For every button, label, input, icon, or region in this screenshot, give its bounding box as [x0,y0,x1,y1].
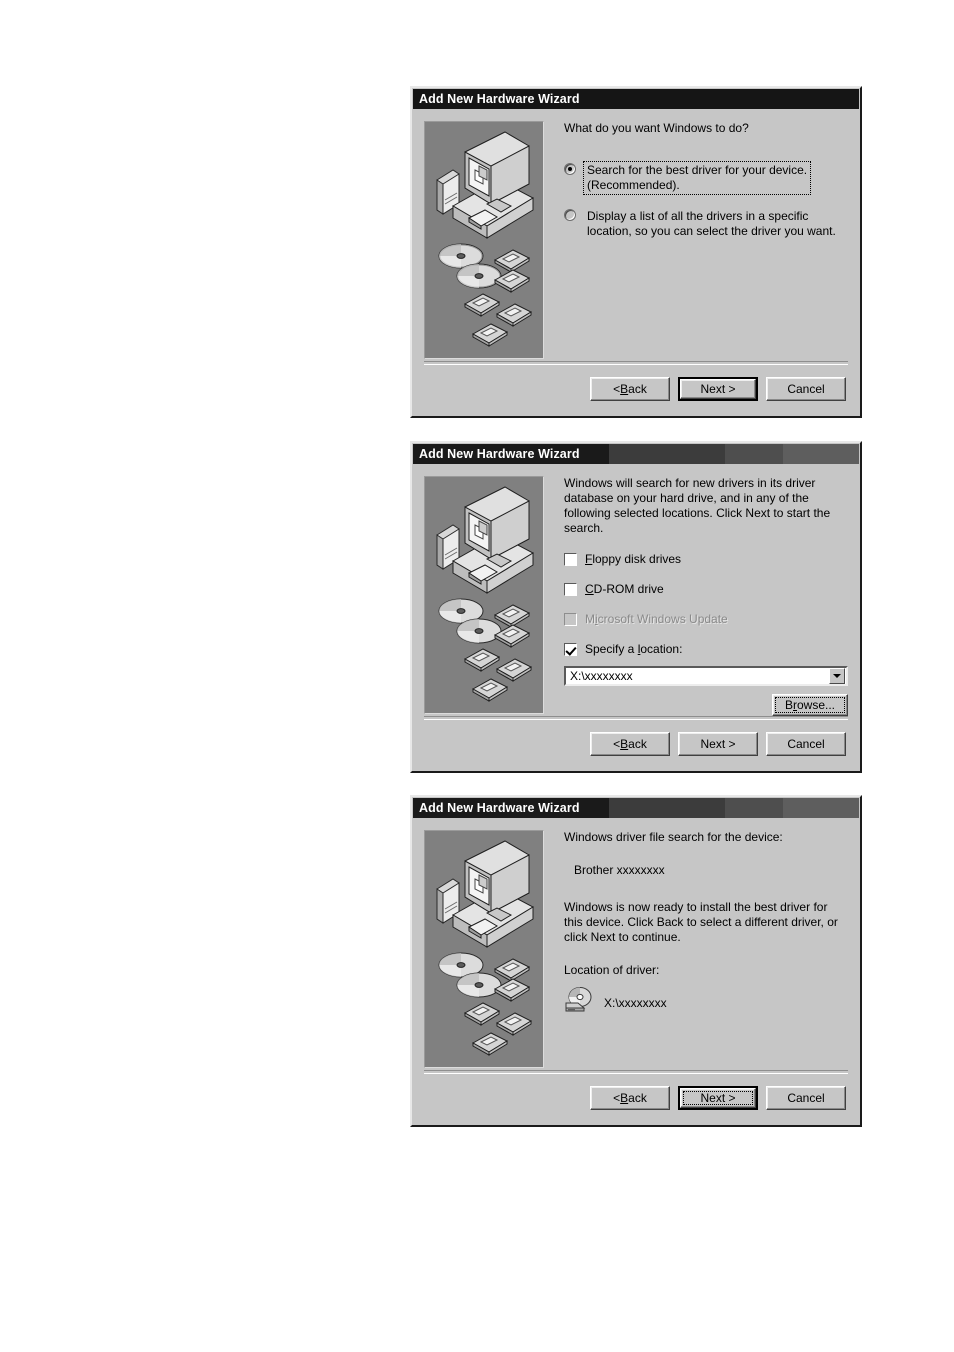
location-combobox-value: X:\xxxxxxxx [570,669,633,683]
cancel-button[interactable]: Cancel [766,377,846,401]
next-button[interactable]: Next > [680,1088,756,1108]
checkbox-specify-a-location[interactable]: Specify a location: [564,642,848,656]
dialog-body: Windows driver file search for the devic… [412,818,860,1124]
next-button-default-frame: Next > [678,1086,758,1110]
window-title: Add New Hardware Wizard [419,92,580,106]
checkbox-icon-disabled [564,612,577,626]
dialog-content: Windows will search for new drivers in i… [564,476,848,716]
separator [424,1070,848,1074]
radio-label: Search for the best driver for your devi… [582,161,812,195]
checkbox-icon-checked[interactable] [564,642,577,656]
location-of-driver-label: Location of driver: [564,963,660,977]
radio-option-display-driver-list[interactable]: Display a list of all the drivers in a s… [564,208,848,240]
radio-icon-unselected[interactable] [564,209,576,221]
radio-label-line-1: Search for the best driver for your devi… [587,163,808,177]
back-button[interactable]: < Back [590,377,670,401]
radio-label-line-1: Display a list of all the drivers in a s… [587,209,809,223]
checkbox-cd-rom-drive[interactable]: CD-ROM drive [564,582,848,596]
window-title: Add New Hardware Wizard [419,801,580,815]
title-bar: Add New Hardware Wizard [413,444,859,464]
wizard-prompt: What do you want Windows to do? [564,121,749,135]
accel-key: B [620,382,629,396]
dialog-content: What do you want Windows to do? Search f… [564,121,848,240]
button-bar: < Back Next > Cancel [590,732,846,756]
checkbox-label: Floppy disk drives [585,552,682,566]
checkbox-icon-unchecked[interactable] [564,552,577,566]
checkbox-label: Specify a location: [585,642,683,656]
radio-label: Display a list of all the drivers in a s… [584,208,839,240]
add-new-hardware-wizard-dialog-2: Add New Hardware Wizard Windows will sea… [410,441,862,773]
separator [424,716,848,720]
driver-search-heading: Windows driver file search for the devic… [564,830,783,844]
back-button[interactable]: < Back [590,1086,670,1110]
dialog-body: What do you want Windows to do? Search f… [412,109,860,415]
checkbox-label: CD-ROM drive [585,582,664,596]
button-bar: < Back Next > Cancel [590,377,846,401]
radio-icon-selected[interactable] [564,163,576,175]
button-bar: < Back Next > Cancel [590,1086,846,1110]
checkbox-floppy-disk-drives[interactable]: Floppy disk drives [564,552,848,566]
accel-key: B [620,737,629,751]
hardware-wizard-illustration [424,830,544,1068]
next-button[interactable]: Next > [678,732,758,756]
window-title: Add New Hardware Wizard [419,447,580,461]
back-button[interactable]: < Back [590,732,670,756]
checkbox-microsoft-windows-update: Microsoft Windows Update [564,612,848,626]
hardware-wizard-illustration [424,476,544,714]
add-new-hardware-wizard-dialog-3: Add New Hardware Wizard Windows driver f… [410,795,862,1127]
ready-to-install-description: Windows is now ready to install the best… [564,900,838,944]
checkbox-icon-unchecked[interactable] [564,582,577,596]
accel-key: B [620,1091,629,1105]
search-description: Windows will search for new drivers in i… [564,476,831,535]
dialog-content: Windows driver file search for the devic… [564,830,848,1019]
checkbox-label: Microsoft Windows Update [585,612,728,626]
hardware-wizard-illustration [424,121,544,359]
radio-label-line-2: (Recommended). [587,178,680,192]
next-button-default-frame: Next > [678,377,758,401]
accel-key: C [585,582,594,596]
device-name: Brother xxxxxxxx [574,863,665,877]
dialog-body: Windows will search for new drivers in i… [412,464,860,770]
chevron-down-icon[interactable] [829,668,845,684]
title-bar: Add New Hardware Wizard [413,798,859,818]
add-new-hardware-wizard-dialog-1: Add New Hardware Wizard What do you want… [410,86,862,418]
cdrom-drive-icon [564,986,594,1019]
separator [424,361,848,365]
radio-label-line-2: location, so you can select the driver y… [587,224,836,238]
browse-button[interactable]: Br owse... [772,694,848,716]
title-bar: Add New Hardware Wizard [413,89,859,109]
driver-location-row: X:\xxxxxxxx [564,986,848,1019]
radio-option-search-best-driver[interactable]: Search for the best driver for your devi… [564,161,848,195]
next-button[interactable]: Next > [680,379,756,399]
location-combobox[interactable]: X:\xxxxxxxx [564,666,848,686]
cancel-button[interactable]: Cancel [766,1086,846,1110]
driver-location-value: X:\xxxxxxxx [604,995,667,1010]
cancel-button[interactable]: Cancel [766,732,846,756]
